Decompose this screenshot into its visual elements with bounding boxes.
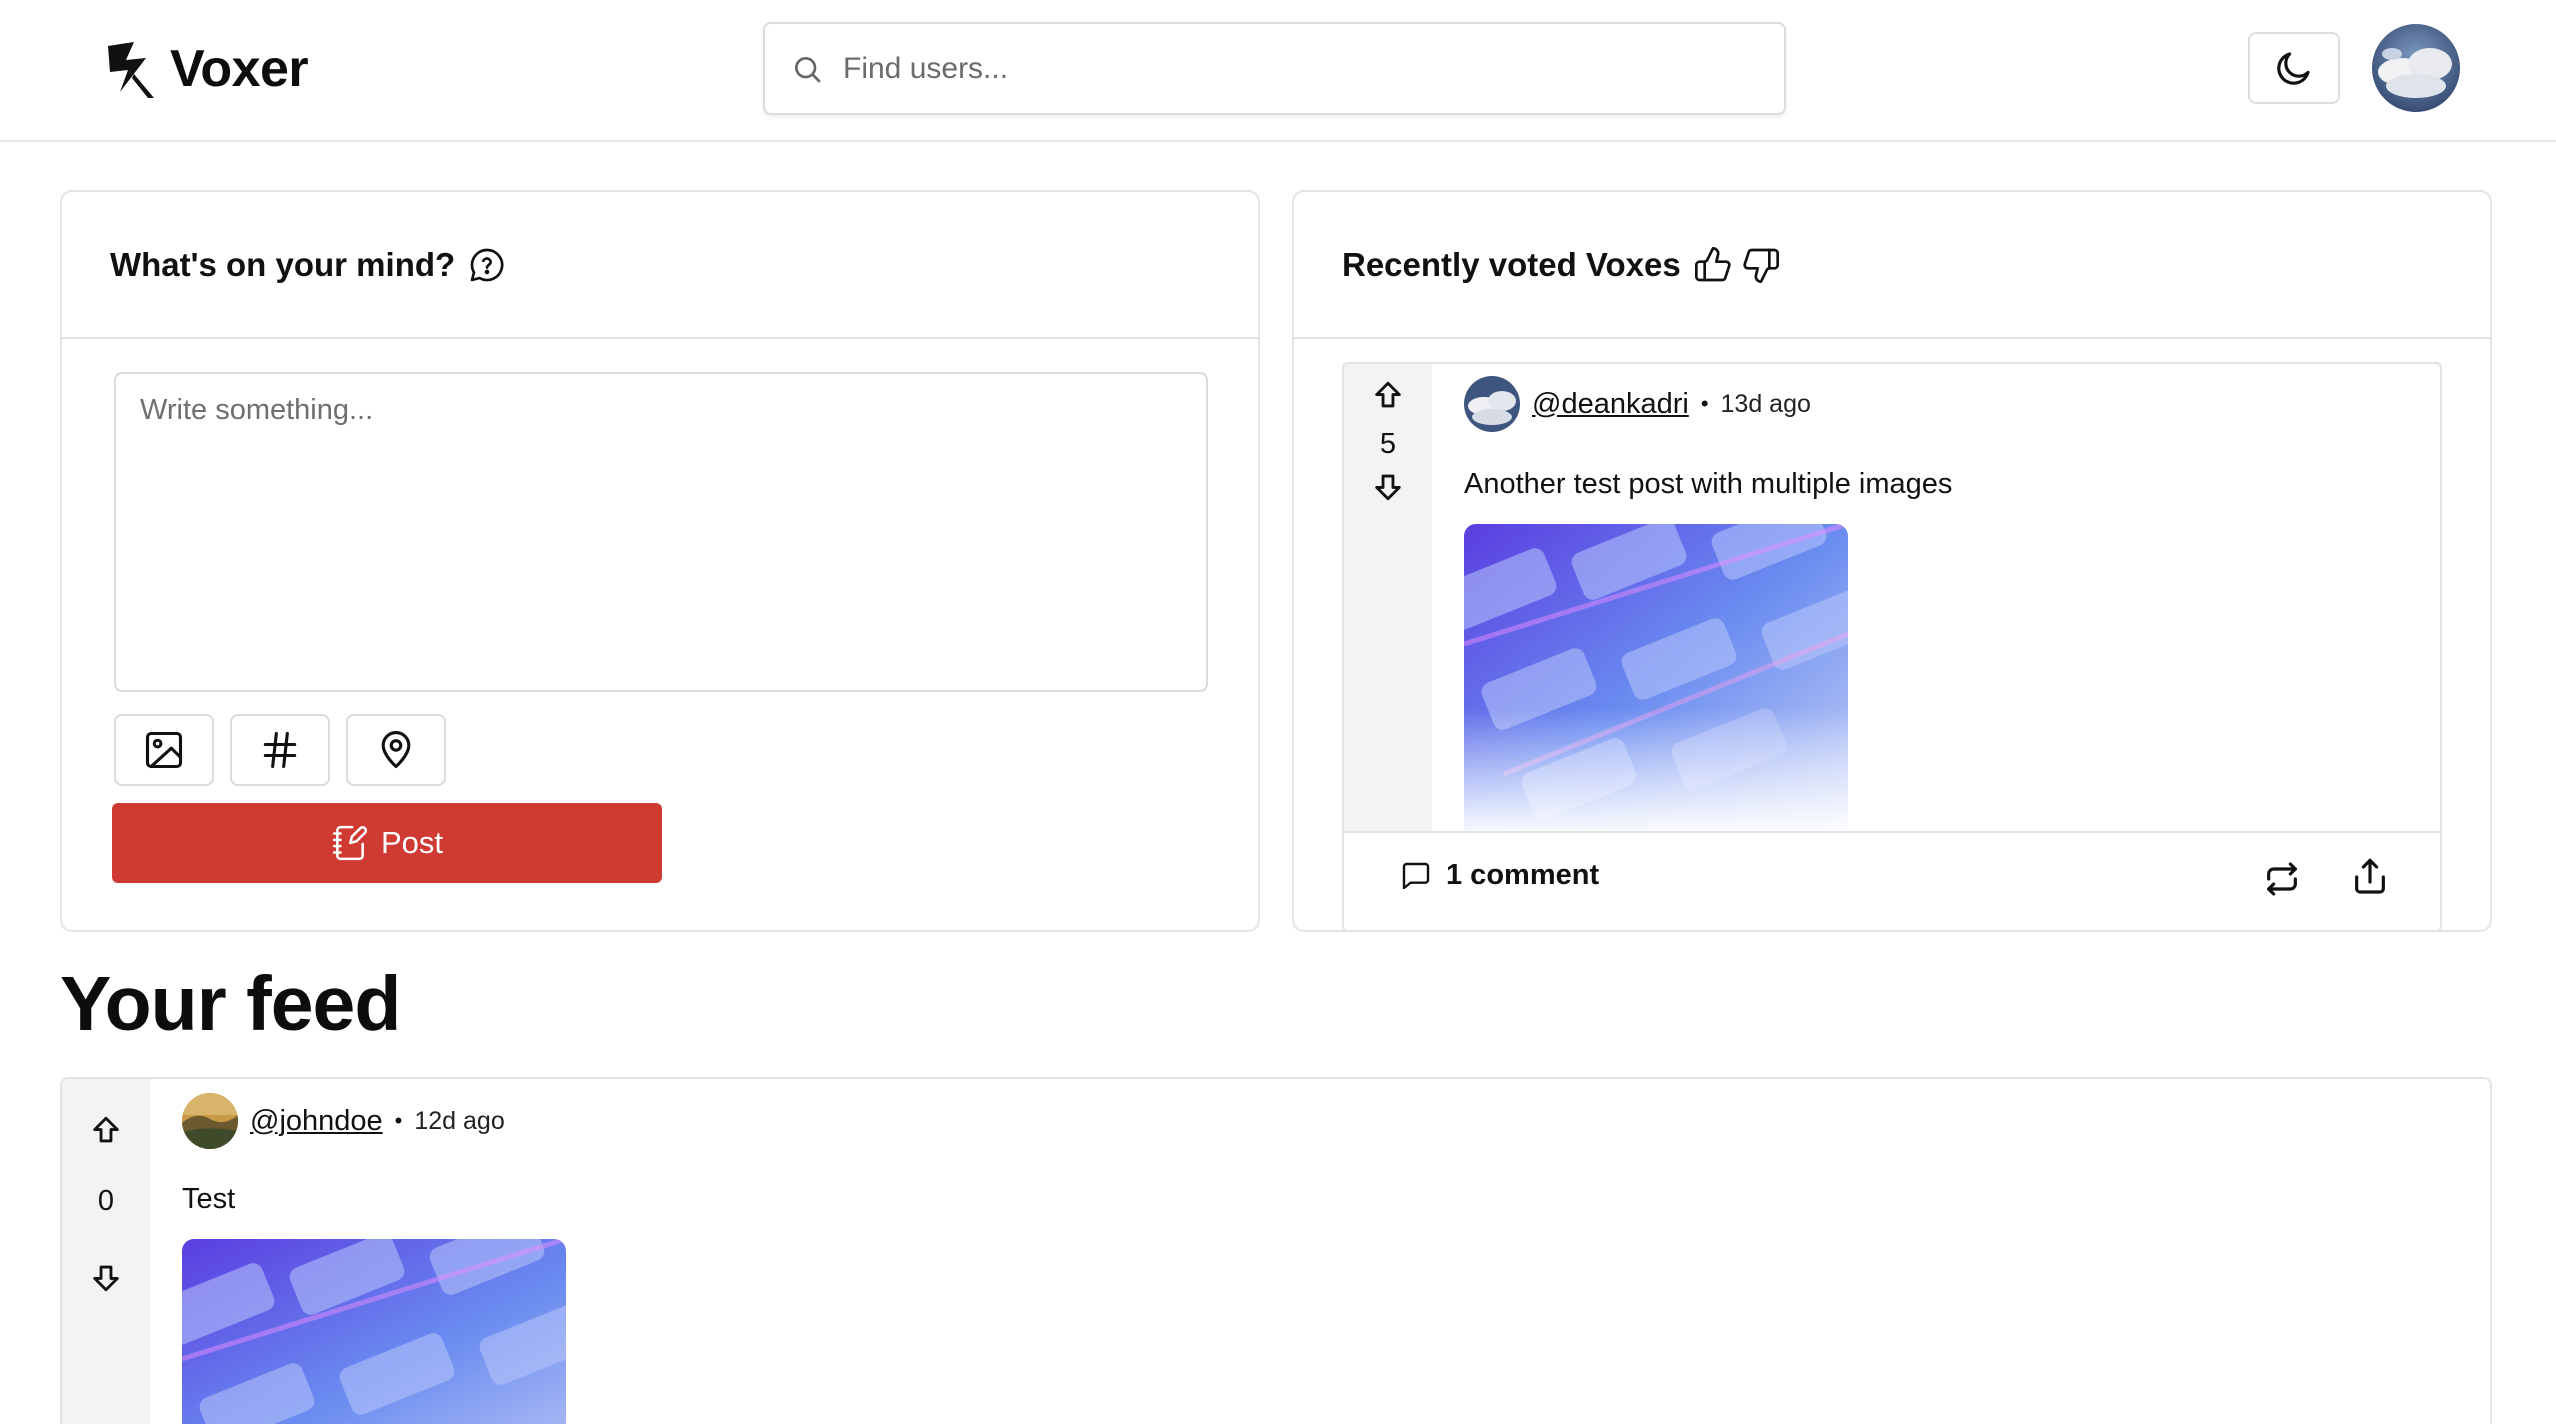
post-time: 12d ago <box>414 1106 505 1135</box>
compose-title: What's on your mind? <box>110 245 456 283</box>
vote-column: 0 <box>62 1079 150 1424</box>
arrow-down-icon <box>1375 474 1401 501</box>
logo[interactable]: Voxer <box>104 34 309 104</box>
compose-header: What's on your mind? <box>62 192 1258 339</box>
moon-icon <box>2277 52 2310 85</box>
author-username[interactable]: @johndoe <box>250 1105 383 1138</box>
compose-card: What's on your mind? Write something... … <box>60 190 1260 932</box>
post-meta: @johndoe • 12d ago <box>182 1093 505 1149</box>
comments-button[interactable]: 1 comment <box>1400 859 1599 892</box>
theme-toggle-button[interactable] <box>2248 32 2340 104</box>
post-time: 13d ago <box>1720 389 1811 418</box>
feed-title: Your feed <box>60 961 401 1047</box>
author-username[interactable]: @deankadri <box>1532 388 1689 421</box>
thumbs-up-icon <box>1694 246 1731 281</box>
app-root: Voxer Find users... What's on your mind?… <box>0 0 2556 1424</box>
author-avatar[interactable] <box>182 1093 238 1149</box>
post-footer: 1 comment <box>1344 831 2440 930</box>
notebook-pen-icon <box>332 825 368 861</box>
recently-voted-header: Recently voted Voxes <box>1294 192 2490 339</box>
vote-score: 0 <box>97 1185 115 1217</box>
repost-icon[interactable] <box>2262 859 2302 899</box>
comments-count: 1 comment <box>1446 859 1600 891</box>
recently-voted-card: Recently voted Voxes 5 @deankadri • 13d … <box>1292 190 2492 932</box>
meta-separator: • <box>1700 391 1709 416</box>
location-button[interactable] <box>346 714 446 786</box>
post-button-label: Post <box>380 825 444 860</box>
arrow-up-icon <box>93 1116 119 1143</box>
share-icon[interactable] <box>2350 857 2390 897</box>
image-upload-button[interactable] <box>114 714 214 786</box>
post-image[interactable] <box>1464 524 1848 832</box>
arrow-up-icon <box>1375 381 1401 408</box>
app-name: Voxer <box>170 40 309 98</box>
feed-post: 0 @johndoe • 12d ago Test <box>60 1077 2492 1424</box>
top-navbar: Voxer <box>0 0 2556 142</box>
arrow-down-icon <box>93 1265 119 1292</box>
hashtag-icon <box>263 731 297 769</box>
upvote-button[interactable] <box>84 1109 128 1153</box>
user-avatar[interactable] <box>2372 24 2460 112</box>
search-icon <box>795 56 821 82</box>
downvote-button[interactable] <box>1366 464 1410 508</box>
search-bar[interactable] <box>763 22 1786 115</box>
compose-textarea[interactable] <box>114 372 1208 692</box>
image-icon <box>145 731 183 769</box>
post-meta: @deankadri • 13d ago <box>1464 376 1811 432</box>
vote-score: 5 <box>1379 428 1397 460</box>
hashtag-button[interactable] <box>230 714 330 786</box>
chat-question-icon <box>470 248 504 281</box>
search-input[interactable] <box>843 51 1743 86</box>
post-button[interactable]: Post <box>112 803 662 883</box>
thumbs-down-icon <box>1743 248 1779 283</box>
author-avatar[interactable] <box>1464 376 1520 432</box>
recently-voted-title: Recently voted Voxes <box>1342 245 1681 283</box>
post-text: Test <box>182 1183 236 1215</box>
post-text: Another test post with multiple images <box>1464 468 1953 500</box>
meta-separator: • <box>394 1108 403 1133</box>
map-pin-icon <box>381 731 411 769</box>
downvote-button[interactable] <box>84 1255 128 1299</box>
voted-post: 5 @deankadri • 13d ago Another test post… <box>1342 362 2442 930</box>
upvote-button[interactable] <box>1366 374 1410 418</box>
post-image[interactable] <box>182 1239 566 1424</box>
lightning-logo-icon <box>108 42 154 98</box>
comment-icon <box>1402 862 1430 889</box>
